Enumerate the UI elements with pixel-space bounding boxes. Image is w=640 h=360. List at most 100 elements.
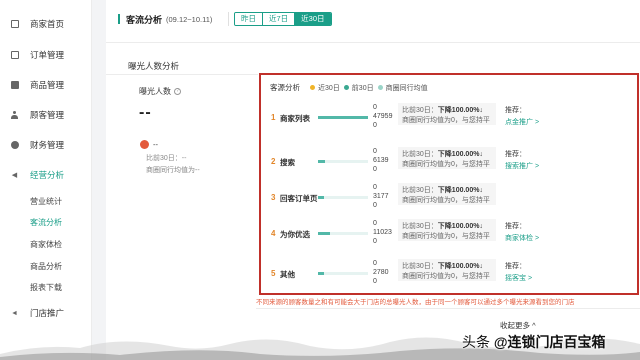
compare-change: 下降100.00%↓ [437,107,483,114]
source-rank: 3 [271,193,276,202]
compare-label: 比前30日： [402,187,438,194]
compare-peer-avg: 商圈同行均值为0，与您持平 [402,273,490,280]
card-compare: 比前30日：-- [146,155,187,162]
compare-change: 下降100.00%↓ [437,151,483,158]
sidebar-item-label: 商家首页 [30,19,65,29]
content-gutter [92,0,106,360]
exposure-value: -- [139,104,152,121]
sidebar-item-customers[interactable]: 顾客管理 [0,105,92,125]
footnote: 不同来源的顾客数量之和有可能会大于门店的总曝光人数，由于同一个顾客可以通过多个曝… [256,296,640,306]
sidebar-sub-goods-analysis[interactable]: 商品分析 [30,261,62,272]
source-name: 搜索 [280,158,295,167]
legend-item: 前30日 [351,84,374,92]
source-name: 为你优选 [280,230,310,239]
watermark: 头条 @连锁门店百宝箱 [462,332,606,352]
recommend-label: 推荐： [505,263,526,270]
watermark-handle: @连锁门店百宝箱 [493,334,606,350]
source-bar [318,196,324,199]
sidebar-sub-business-stats[interactable]: 营业统计 [30,196,62,207]
card-value: -- [153,140,158,149]
compare-peer-avg: 商圈同行均值为0，与您持平 [402,117,490,124]
section-title: 曝光人数分析 [128,61,180,71]
value-recent-30d: 0 [373,148,377,155]
source-bar [318,116,368,119]
source-rank: 1 [271,113,276,122]
compare-change: 下降100.00%↓ [437,263,483,270]
source-bar-track [318,160,368,163]
sidebar-item-orders[interactable]: 订单管理 [0,45,92,65]
legend: 客源分析 近30日 前30日 商圈同行均值 [270,82,428,93]
recommend-label: 推荐： [505,223,526,230]
compare-change: 下降100.00%↓ [437,223,483,230]
value-prev-30d: 47959 [373,113,393,120]
value-peer-avg: 0 [373,122,377,129]
title-divider [228,12,229,26]
period-30days-button[interactable]: 近30日 [295,13,331,25]
source-bar-track [318,196,368,199]
source-bar-track [318,272,368,275]
legend-title: 客源分析 [270,83,300,92]
value-prev-30d: 11023 [373,229,392,236]
source-dot-icon [140,140,149,149]
legend-item: 商圈同行均值 [385,84,428,92]
recommend-link[interactable]: 摇客宝 > [505,273,532,283]
sidebar-item-label: 商品管理 [30,80,65,90]
recommend-label: 推荐： [505,107,526,114]
compare-label: 比前30日： [402,223,438,230]
value-peer-avg: 0 [373,278,377,285]
sidebar-item-home[interactable]: 商家首页 [0,14,92,34]
source-rank: 2 [271,157,276,166]
header-divider [106,42,640,43]
source-bar [318,160,325,163]
value-recent-30d: 0 [373,220,377,227]
source-bar [318,272,324,275]
compare-label: 比前30日： [402,107,438,114]
value-peer-avg: 0 [373,166,377,173]
sidebar-item-promotion[interactable]: ◄ 门店推广 [0,303,92,323]
order-icon [10,51,19,60]
compare-prev-30d: 比前30日：下降100.00%↓ [402,105,483,115]
sidebar-item-goods[interactable]: 商品管理 [0,75,92,95]
compare-prev-30d: 比前30日：下降100.00%↓ [402,185,483,195]
home-icon [10,20,19,29]
sidebar-item-label: 门店推广 [30,308,65,318]
legend-dot-icon [343,85,349,90]
period-selector: 昨日 近7日 近30日 [234,12,332,26]
help-icon[interactable]: ? [174,88,181,96]
value-recent-30d: 0 [373,104,377,111]
sidebar: 商家首页 订单管理 商品管理 顾客管理 财务管理 ◀ 经营分析 营业统计 客流分… [0,0,92,360]
recommend-link[interactable]: 商家体检 > [505,233,539,243]
watermark-prefix: 头条 [462,334,490,350]
compare-peer-avg: 商圈同行均值为0，与您持平 [402,197,490,204]
source-bar [318,232,330,235]
period-yesterday-button[interactable]: 昨日 [235,13,263,25]
promotion-icon: ◄ [11,309,18,317]
value-prev-30d: 6139 [373,157,389,164]
sidebar-item-label: 订单管理 [30,50,65,60]
value-recent-30d: 0 [373,260,377,267]
exposure-card: -- 比前30日：-- 商圈同行均值为-- [140,136,250,180]
analysis-icon: ◀ [11,172,18,179]
sidebar-item-label: 经营分析 [30,170,65,180]
value-prev-30d: 2780 [373,269,389,276]
title-accent-bar [118,14,120,24]
sidebar-item-analysis[interactable]: ◀ 经营分析 [0,165,92,185]
source-name: 回客订单页 [280,194,318,203]
customer-icon [10,111,19,120]
sidebar-sub-traffic-analysis[interactable]: 客流分析 [30,217,62,228]
compare-peer-avg: 商圈同行均值为0，与您持平 [402,161,490,168]
period-7days-button[interactable]: 近7日 [263,13,296,25]
value-peer-avg: 0 [373,238,377,245]
value-recent-30d: 0 [373,184,377,191]
recommend-label: 推荐： [505,151,526,158]
sidebar-sub-report-download[interactable]: 报表下载 [30,282,62,293]
sidebar-item-finance[interactable]: 财务管理 [0,135,92,155]
recommend-link[interactable]: 点金推广 > [505,117,539,127]
sidebar-item-label: 顾客管理 [30,110,65,120]
exposure-label: 曝光人数? [139,86,181,97]
source-rank: 5 [271,269,276,278]
legend-dot-icon [377,85,383,90]
footer-divider [256,308,640,309]
sidebar-sub-store-checkup[interactable]: 商家体检 [30,239,62,250]
recommend-link[interactable]: 搜索推广 > [505,161,539,171]
